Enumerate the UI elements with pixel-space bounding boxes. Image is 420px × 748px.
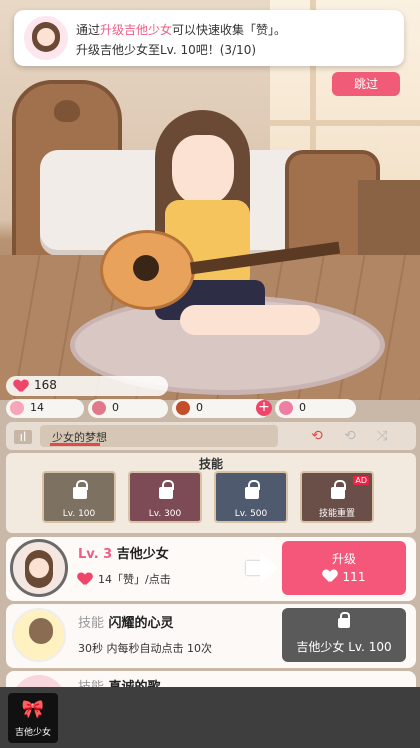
notification-line-1: 通过升级吉他少女可以快速收集「赞」。 [76,23,287,37]
add-resource-button[interactable]: + [256,400,272,416]
resource-4-value: 0 [299,401,306,414]
upgrade-cost: 111 [282,569,406,584]
guitar-girl-character[interactable] [100,80,341,350]
skill-slot-label: Lv. 500 [234,509,268,519]
lock-icon [159,480,174,499]
skill-slot-3[interactable]: Lv. 500 [214,471,288,523]
shuffle-icon[interactable]: ⤨ [371,427,393,445]
notification-line-2: 升级吉他少女至Lv. 10吧！(3/10) [76,43,257,57]
basketball-icon [176,401,190,415]
skill-slot-label: Lv. 300 [148,509,182,519]
resource-1-value: 14 [30,401,44,414]
character-face [172,135,234,205]
repeat-all-icon[interactable]: ⟲ [306,427,328,445]
nav-guitar-girl[interactable]: 🎀 吉他少女 [8,693,58,743]
resource-3-value: 0 [196,401,203,414]
repeat-one-icon[interactable]: ⟲ [339,427,361,445]
skip-button[interactable]: 跳过 [332,72,400,96]
locked-requirement: 吉他少女 Lv. 100 [296,640,392,654]
lock-icon [73,480,88,499]
bow-icon: 🎀 [21,699,45,720]
heart-icon [14,380,28,392]
lock-icon [331,480,346,499]
heart-hand-icon [10,401,24,415]
heart-hand-icon [78,573,92,585]
level-title: Lv. 3 吉他少女 [78,547,169,562]
skill-slot-1[interactable]: Lv. 100 [42,471,116,523]
ad-badge: AD [353,476,369,485]
character-legs [180,305,320,335]
resource-2: 0 [88,399,168,418]
likes-counter: 168 [6,376,168,396]
resource-2-value: 0 [112,401,119,414]
lock-icon [245,480,260,499]
bottom-nav: 🎀 吉他少女 [0,687,420,748]
resource-4: 0 [275,399,356,418]
music-track[interactable]: 少女的梦想 [40,425,278,447]
alarm-clock-icon [92,401,106,415]
heart-icon [323,570,337,582]
nav-label: 吉他少女 [14,728,51,738]
skill-avatar [12,608,66,662]
upgrade-button[interactable]: 升级 111 [282,541,406,595]
likes-value: 168 [34,378,57,392]
per-click-text: 14「赞」/点击 [78,571,171,587]
lock-icon [338,612,350,628]
skill-card: 技能 闪耀的心灵 30秒 内每秒自动点击 10次 吉他少女 Lv. 100 [6,604,416,668]
candy-icon [279,401,293,415]
arrow-right-icon [246,552,280,584]
skill-slot-label: 技能重置 [318,509,355,519]
skill-slot-2[interactable]: Lv. 300 [128,471,202,523]
upgrade-button-label: 升级 [331,552,356,566]
upgrade-card: Lv. 3 吉他少女 14「赞」/点击 升级 111 [6,537,416,601]
notification-avatar [24,16,68,60]
skill-slot-label: Lv. 100 [62,509,96,519]
locked-skill-button[interactable]: 吉他少女 Lv. 100 [282,608,406,662]
guitar [100,230,195,310]
skill-reset-slot[interactable]: AD 技能重置 [300,471,374,523]
music-player: ıl 少女的梦想 ⟲ ⟲ ⤨ [6,422,416,450]
track-progress [50,443,101,446]
skill-description: 30秒 内每秒自动点击 10次 [78,642,212,655]
skills-panel: 技能 Lv. 100 Lv. 300 Lv. 500 AD 技能重置 [6,453,416,533]
resource-1: 14 [6,399,84,418]
guitar-girl-avatar [10,539,68,597]
tutorial-notification: 通过升级吉他少女可以快速收集「赞」。 升级吉他少女至Lv. 10吧！(3/10) [14,10,404,66]
skills-header: 技能 [198,457,223,471]
skill-title: 技能 闪耀的心灵 [78,616,174,631]
equalizer-icon[interactable]: ıl [14,430,32,444]
